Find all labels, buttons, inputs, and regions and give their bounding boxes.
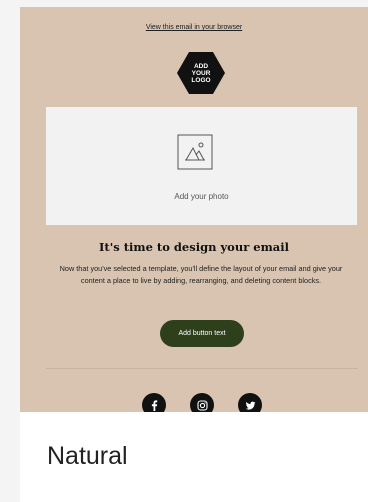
divider [46, 368, 358, 369]
photo-placeholder: Add your photo [46, 107, 357, 225]
email-body-text: Now that you've selected a template, you… [59, 264, 343, 285]
email-preview: View this email in your browser ADD YOUR… [20, 7, 368, 412]
view-in-browser-link[interactable]: View this email in your browser [20, 24, 368, 31]
logo-placeholder: ADD YOUR LOGO [177, 52, 225, 94]
facebook-icon[interactable] [142, 393, 166, 412]
image-icon [177, 134, 213, 170]
template-card[interactable]: View this email in your browser ADD YOUR… [20, 7, 368, 502]
twitter-icon[interactable] [238, 393, 262, 412]
cta-button[interactable]: Add button text [160, 320, 244, 347]
instagram-icon[interactable] [190, 393, 214, 412]
logo-text: ADD YOUR LOGO [191, 62, 211, 84]
template-name: Natural [47, 442, 128, 470]
email-headline: It's time to design your email [99, 240, 289, 254]
photo-label: Add your photo [174, 192, 229, 201]
template-info: Natural [20, 412, 368, 502]
